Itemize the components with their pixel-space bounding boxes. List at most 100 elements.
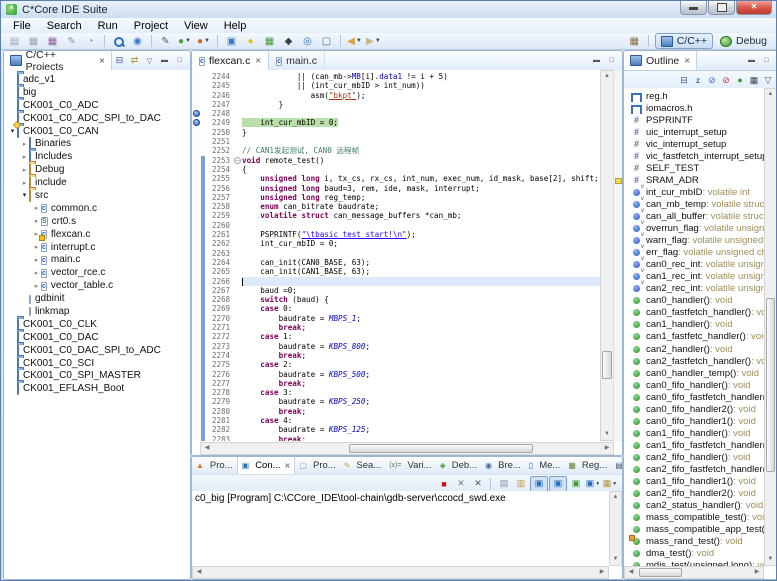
expand-arrow-icon[interactable]: ▸ [32, 269, 41, 277]
code-line-2279[interactable]: 2279 baudrate = KBPS_250; [192, 397, 600, 406]
mark-icon[interactable]: ✎ [157, 34, 174, 48]
tree-item-ck001_c0_spi_master[interactable]: CK001_C0_SPI_MASTER [4, 369, 190, 382]
code-text[interactable]: switch (baud) { [242, 295, 600, 304]
code-line-2244[interactable]: 2244 || (can_mb->MB[i].data1 != i + 5) [192, 72, 600, 81]
history-clock-icon[interactable]: ◔ [82, 34, 99, 48]
code-line-2276[interactable]: 2276 baudrate = KBPS_500; [192, 370, 600, 379]
outline-item-can_mb_temp[interactable]: can_mb_temp : volatile struct [624, 198, 764, 210]
scrollbar-thumb[interactable] [349, 444, 532, 453]
tree-item-main.c[interactable]: ▸cmain.c [4, 253, 190, 266]
code-line-2269[interactable]: 2269 case 0: [192, 304, 600, 313]
code-text[interactable]: break; [242, 407, 600, 416]
code-text[interactable]: baud =0; [242, 286, 600, 295]
scroll-right-arrow[interactable]: ▶ [596, 567, 608, 578]
outline-item-SELF_TEST[interactable]: #SELF_TEST [624, 162, 764, 174]
code-text[interactable]: { [242, 165, 600, 174]
tree-item-ck001_c0_sci[interactable]: CK001_C0_SCI [4, 357, 190, 370]
outline-item-iomacrosh[interactable]: iomacros.h [624, 102, 764, 114]
code-text[interactable]: PSPRINTF("\tbasic test start!\n"); [242, 230, 600, 239]
maximize-icon[interactable]: □ [604, 57, 619, 64]
sort-icon[interactable]: z [691, 74, 705, 87]
code-text[interactable]: } [242, 100, 600, 109]
code-line-2280[interactable]: 2280 break; [192, 407, 600, 416]
new-snapshot-icon[interactable]: ▦ [44, 34, 61, 48]
scrollbar-thumb[interactable] [766, 298, 775, 471]
bottom-tab-registers[interactable]: ▦Reg... [564, 457, 611, 474]
show-console-on-error-icon[interactable]: ▣ [568, 477, 584, 491]
open-element-icon[interactable]: ◉ [129, 34, 146, 48]
outline-item-can2_fifo_handler[interactable]: can2_fifo_handler() : void [624, 451, 764, 463]
code-line-2257[interactable]: 2257 unsigned long reg_temp; [192, 193, 600, 202]
code-line-2283[interactable]: 2283 break; [192, 435, 600, 441]
outline-item-can0_fastfetch_handler[interactable]: can0_fastfetch_handler() : void [624, 307, 764, 319]
code-line-2256[interactable]: 2256 unsigned long baud=3, rem, ide, mas… [192, 184, 600, 193]
scrollbar-thumb[interactable] [602, 351, 612, 379]
forward-icon[interactable]: ▶▼ [365, 34, 382, 48]
code-line-2271[interactable]: 2271 break; [192, 323, 600, 332]
outline-item-can1_fifo_handler1[interactable]: can1_fifo_handler1() : void [624, 476, 764, 488]
scroll-lock-icon[interactable]: ▥ [513, 477, 529, 491]
scroll-left-arrow[interactable]: ◀ [625, 567, 637, 578]
code-text[interactable]: baudrate = KBPS_125; [242, 425, 600, 434]
code-line-2263[interactable]: 2263 [192, 249, 600, 258]
expand-arrow-icon[interactable]: ▸ [32, 217, 41, 225]
code-line-2245[interactable]: 2245 || (int_cur_mbID > int_num)) [192, 81, 600, 90]
back-icon[interactable]: ◀▼ [346, 34, 363, 48]
code-line-2251[interactable]: 2251 [192, 137, 600, 146]
code-line-2247[interactable]: 2247 } [192, 100, 600, 109]
tree-item-ck001_c0_clk[interactable]: CK001_C0_CLK [4, 318, 190, 331]
expand-arrow-icon[interactable]: ▸ [20, 153, 29, 161]
scroll-down-arrow[interactable]: ▼ [765, 554, 776, 565]
outline-item-err_flag[interactable]: err_flag : volatile unsigned ch [624, 247, 764, 259]
restore-window-button[interactable] [708, 1, 735, 15]
outline-item-can2_fifo_fastfetch_handler[interactable]: can2_fifo_fastfetch_handler() : void [624, 463, 764, 475]
search-icon[interactable] [110, 34, 127, 48]
show-console-on-output-icon[interactable]: ▣ [549, 476, 567, 492]
code-line-2282[interactable]: 2282 baudrate = KBPS_125; [192, 425, 600, 434]
code-text[interactable]: volatile struct can_message_buffers *can… [242, 211, 600, 220]
code-text[interactable]: break; [242, 323, 600, 332]
code-text[interactable]: || (int_cur_mbID > int_num)) [242, 81, 600, 90]
eraser-icon[interactable]: ◆ [280, 34, 297, 48]
save-icon[interactable]: ▤ [6, 34, 23, 48]
outline-item-mass_rand_test[interactable]: mass_rand_test() : void [624, 536, 764, 548]
tree-item-interrupt.c[interactable]: ▸cinterrupt.c [4, 241, 190, 254]
open-perspective-button[interactable]: ▦ [626, 34, 643, 48]
scroll-down-arrow[interactable]: ▼ [610, 554, 621, 565]
view-menu-icon[interactable]: ▽ [761, 74, 775, 87]
title-bar[interactable]: * C*Core IDE Suite ✕ [1, 1, 776, 18]
debug-launch-icon[interactable]: ●▼ [176, 34, 193, 48]
minimize-icon[interactable]: ▬ [589, 57, 604, 64]
hide-fields-icon[interactable]: ⊘ [705, 74, 719, 87]
tab-cpp-projects[interactable]: C/C++ Projects ✕ [4, 51, 112, 70]
outline-item-can0_fifo_fastfetch_handler[interactable]: can0_fifo_fastfetch_handler() : void [624, 391, 764, 403]
code-text[interactable]: unsigned long i, tx_cs, rx_cs, int_num, … [242, 174, 600, 183]
hide-static-icon[interactable]: ⊘ [719, 74, 733, 87]
tree-item-adc_v1[interactable]: adc_v1 [4, 73, 190, 86]
code-text[interactable]: void remote_test() [242, 156, 600, 165]
scroll-up-arrow[interactable]: ▲ [610, 492, 621, 503]
outline-item-can1_fastfetc_handler[interactable]: can1_fastfetc_handler() : void [624, 331, 764, 343]
code-text[interactable]: asm("bkpt"); [242, 91, 600, 100]
close-icon[interactable]: ✕ [255, 57, 261, 65]
code-line-2264[interactable]: 2264 can_init(CAN0_BASE, 63); [192, 258, 600, 267]
console-output[interactable]: c0_big [Program] C:\CCore_IDE\tool-chain… [192, 491, 622, 579]
tree-item-ck001_c0_adc_spi_to_dac[interactable]: CK001_C0_ADC_SPI_to_DAC [4, 112, 190, 125]
outline-item-int_cur_mbID[interactable]: int_cur_mbID : volatile int [624, 186, 764, 198]
code-line-2265[interactable]: 2265 can_init(CAN1_BASE, 63); [192, 267, 600, 276]
tab-outline[interactable]: Outline ✕ [624, 51, 697, 70]
maximize-icon[interactable]: □ [759, 57, 774, 64]
bottom-tab-breakpoints[interactable]: ◉Bre... [481, 457, 525, 474]
code-text[interactable]: case 4: [242, 416, 600, 425]
overview-ruler[interactable] [613, 70, 622, 441]
outline-item-can2_status_handler[interactable]: can2_status_handler() : void [624, 500, 764, 512]
code-text[interactable]: int_cur_mbID = 0; [242, 239, 600, 248]
outline-item-vic_interrupt_setup[interactable]: #vic_interrupt_setup [624, 138, 764, 150]
tree-item-flexcan.c[interactable]: ▸cflexcan.c [4, 228, 190, 241]
bottom-tab-problems[interactable]: ▲Pro... [192, 457, 237, 474]
code-text[interactable]: int_cur_mbID = 0; [242, 118, 600, 127]
bulb-icon[interactable]: ● [242, 34, 259, 48]
code-line-2249[interactable]: 2249 int_cur_mbID = 0; [192, 118, 600, 127]
breakpoint-icon[interactable] [193, 110, 200, 117]
outline-item-can1_rec_int[interactable]: can1_rec_int : volatile unsigned [624, 271, 764, 283]
